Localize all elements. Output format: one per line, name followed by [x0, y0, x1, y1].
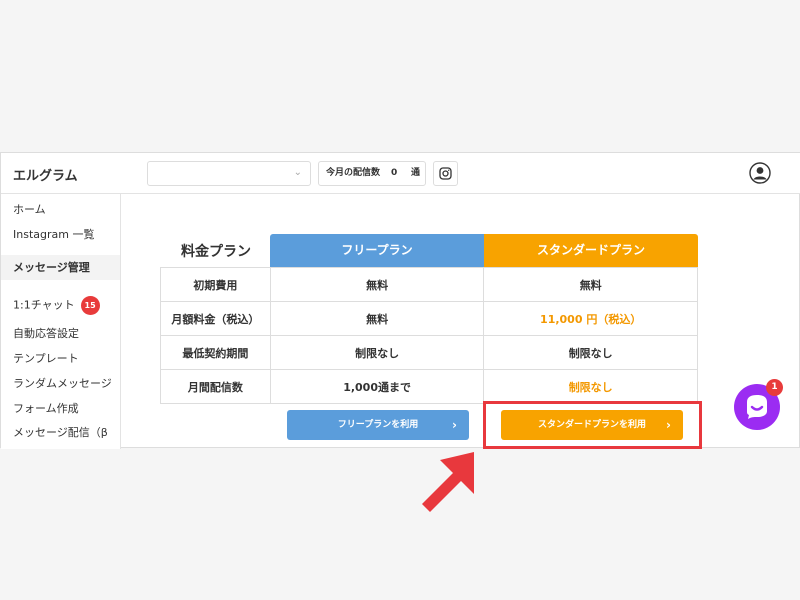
- monthly-sends-label: 今月の配信数: [326, 168, 381, 178]
- use-free-plan-label: フリープランを利用: [337, 420, 419, 430]
- standard-plan-cell: 無料: [483, 267, 698, 302]
- instagram-button[interactable]: [433, 161, 458, 186]
- sidebar-item-home[interactable]: ホーム: [13, 201, 46, 217]
- instagram-icon: [439, 167, 452, 180]
- sidebar-item-instagram-list[interactable]: Instagram 一覧: [13, 226, 94, 242]
- pricing-title: 料金プラン: [181, 244, 251, 260]
- table-row: 最低契約期間 制限なし 制限なし: [160, 335, 698, 370]
- standard-plan-cell: 制限なし: [483, 369, 698, 404]
- sidebar-item-message-broadcast[interactable]: メッセージ配信（β: [13, 424, 108, 440]
- row-label: 初期費用: [160, 267, 271, 302]
- row-label: 最低契約期間: [160, 335, 271, 370]
- chevron-right-icon: ›: [452, 418, 457, 432]
- pricing-table: 初期費用 無料 無料 月額料金（税込） 無料 11,000 円（税込） 最低契約…: [160, 267, 698, 404]
- table-row: 月額料金（税込） 無料 11,000 円（税込）: [160, 301, 698, 336]
- chevron-down-icon: ⌄: [293, 167, 302, 178]
- pointer-arrow-icon: [422, 452, 474, 512]
- free-plan-cell: 1,000通まで: [269, 369, 485, 404]
- sidebar-item-chat[interactable]: 1:1チャット 15: [13, 296, 100, 315]
- monthly-sends-unit: 通: [411, 168, 421, 178]
- top-bar: エルグラム ⌄ 今月の配信数 0 通: [1, 153, 800, 194]
- account-select[interactable]: ⌄: [147, 161, 311, 186]
- table-row: 初期費用 無料 無料: [160, 267, 698, 302]
- standard-plan-header: スタンダードプラン: [484, 234, 698, 267]
- monthly-sends-counter: 今月の配信数 0 通: [318, 161, 426, 186]
- free-plan-cell: 無料: [269, 267, 485, 302]
- sidebar-item-templates[interactable]: テンプレート: [13, 350, 79, 366]
- row-label: 月間配信数: [160, 369, 271, 404]
- unread-badge: 15: [80, 296, 100, 315]
- use-free-plan-button[interactable]: フリープランを利用 ›: [287, 410, 469, 440]
- row-label: 月額料金（税込）: [160, 301, 271, 336]
- app-window: エルグラム ⌄ 今月の配信数 0 通 ホーム Instagram 一覧 メッセー…: [0, 152, 800, 449]
- sidebar-item-auto-reply[interactable]: 自動応答設定: [13, 325, 79, 341]
- sidebar: ホーム Instagram 一覧 メッセージ管理 1:1チャット 15 自動応答設…: [1, 194, 121, 449]
- standard-plan-cell: 11,000 円（税込）: [483, 301, 698, 336]
- sidebar-item-label: 1:1チャット: [13, 298, 75, 312]
- chevron-right-icon: ›: [666, 418, 671, 432]
- use-standard-plan-button[interactable]: スタンダードプランを利用 ›: [501, 410, 683, 440]
- use-standard-plan-label: スタンダードプランを利用: [537, 420, 646, 430]
- sidebar-section-message-management[interactable]: メッセージ管理: [1, 255, 120, 280]
- monthly-sends-count: 0: [391, 168, 398, 178]
- app-logo[interactable]: エルグラム: [13, 165, 78, 184]
- sidebar-item-random-message[interactable]: ランダムメッセージ: [13, 375, 112, 391]
- free-plan-cell: 無料: [269, 301, 485, 336]
- standard-plan-cell: 制限なし: [483, 335, 698, 370]
- chat-notification-badge: 1: [766, 379, 783, 396]
- table-row: 月間配信数 1,000通まで 制限なし: [160, 369, 698, 404]
- user-avatar-icon[interactable]: [749, 162, 771, 184]
- sidebar-item-form-builder[interactable]: フォーム作成: [13, 400, 79, 416]
- free-plan-cell: 制限なし: [269, 335, 485, 370]
- free-plan-header: フリープラン: [270, 234, 484, 267]
